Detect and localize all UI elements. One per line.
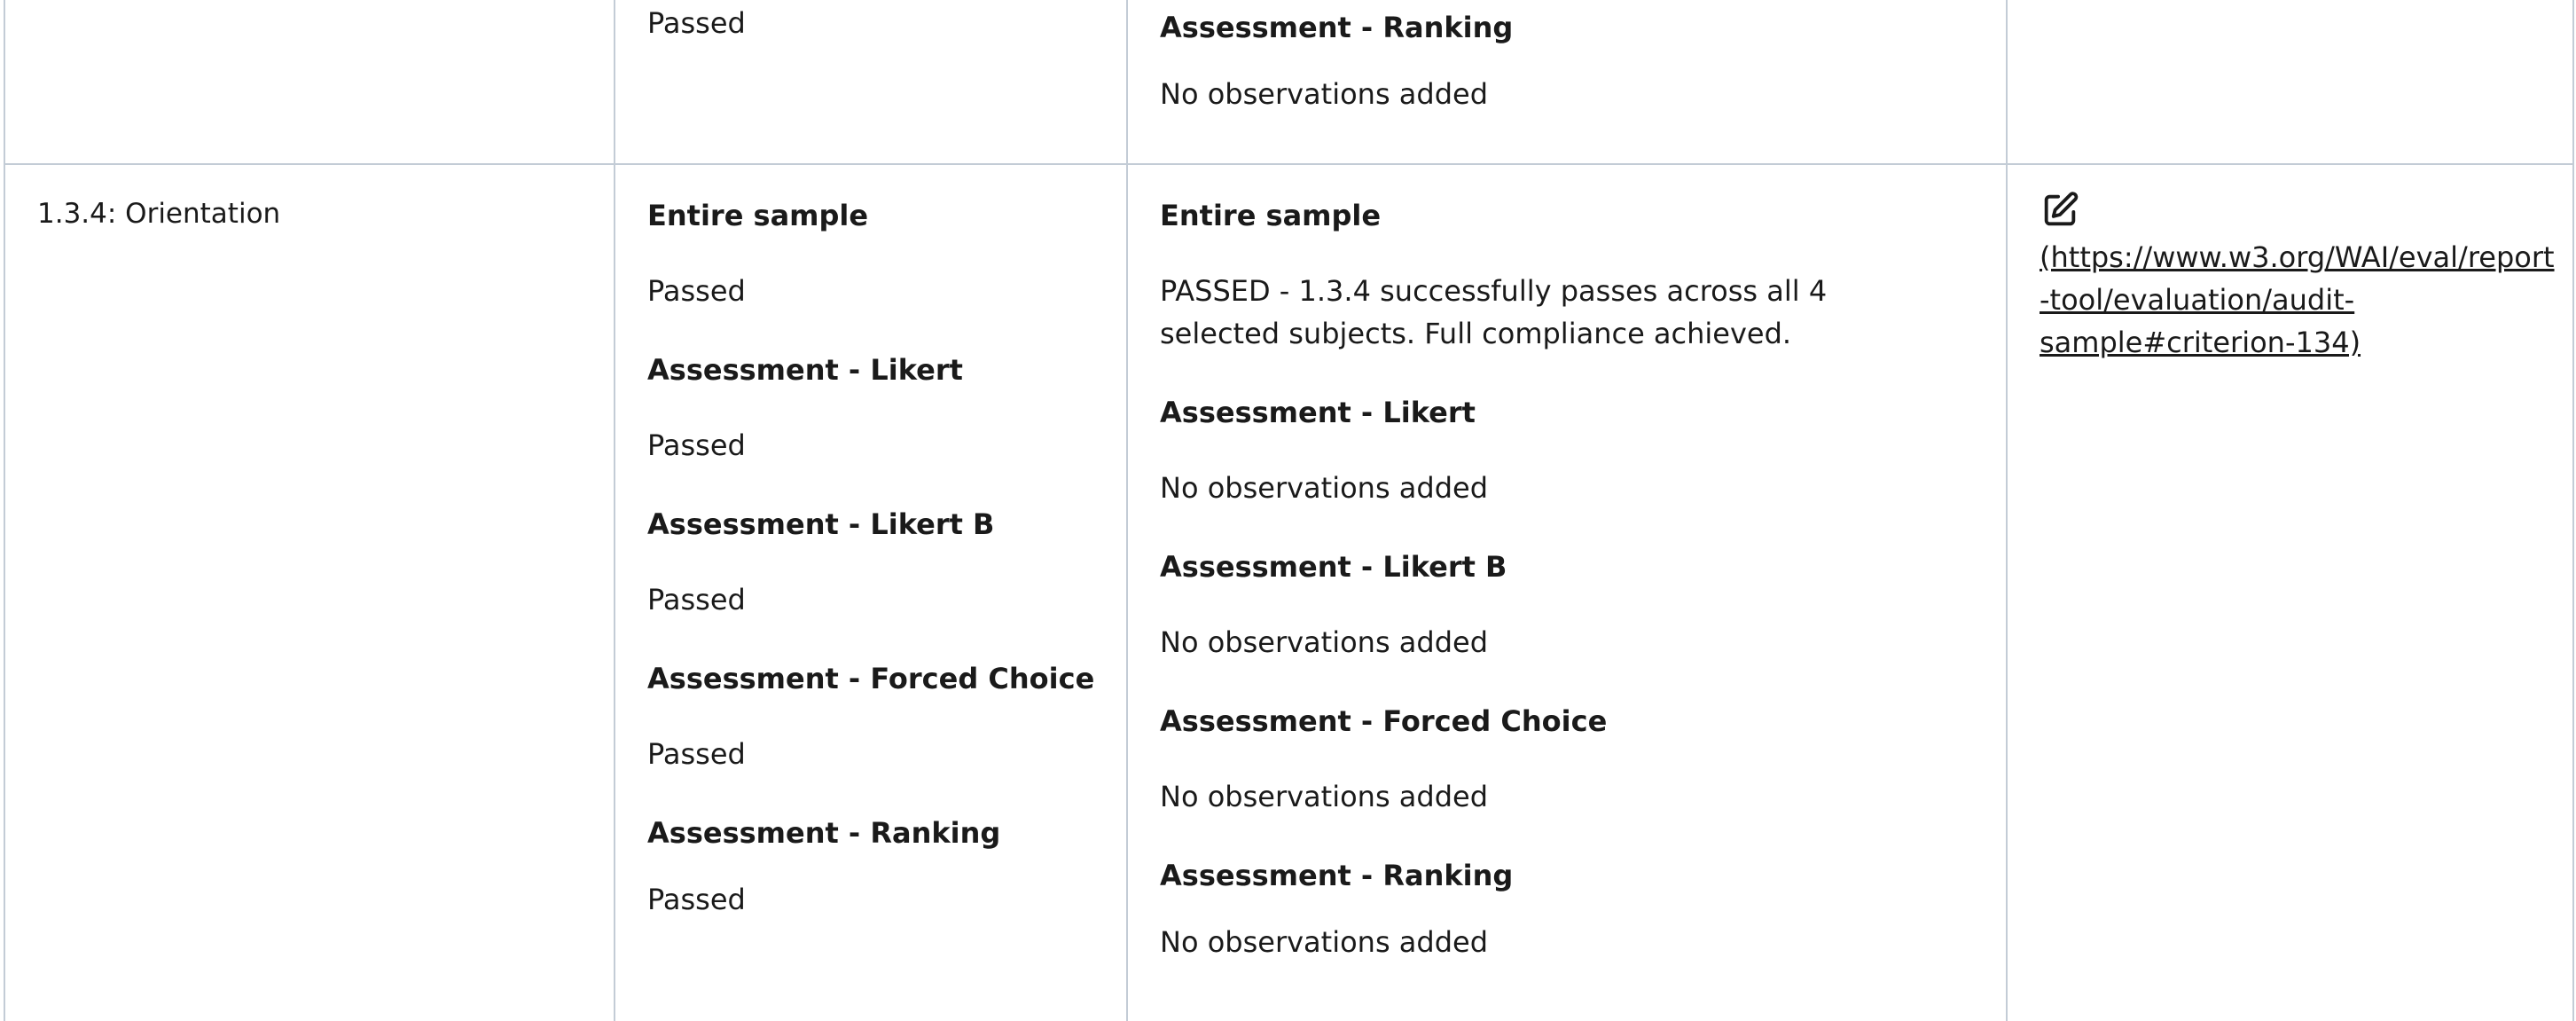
result-heading: Assessment - Likert	[647, 353, 963, 387]
criterion-report-link[interactable]: (https://www.w3.org/WAI/eval/report-tool…	[2040, 236, 2556, 364]
observation-heading: Assessment - Forced Choice	[1160, 704, 1608, 738]
result-heading: Entire sample	[647, 199, 869, 232]
observations-cell: Entire sample PASSED - 1.3.4 successfull…	[1126, 163, 2008, 1021]
observation-heading: Entire sample	[1160, 199, 1382, 232]
observation-text: No observations added	[1160, 77, 1489, 111]
observation-text: No observations added	[1160, 471, 1489, 505]
table-row: 1.3.4: Orientation Entire sample Passed …	[4, 163, 2574, 1021]
criterion-name: 1.3.4: Orientation	[37, 198, 281, 230]
result-value: Passed	[647, 583, 746, 617]
criterion-cell	[4, 0, 615, 165]
result-value: Passed	[647, 6, 746, 40]
observations-cell: Assessment - Ranking No observations add…	[1126, 0, 2008, 165]
observation-text: No observations added	[1160, 780, 1489, 813]
result-value: Passed	[647, 428, 746, 462]
observation-heading: Assessment - Likert	[1160, 396, 1476, 429]
results-cell: Entire sample Passed Assessment - Likert…	[614, 163, 1128, 1021]
observation-heading: Assessment - Ranking	[1160, 11, 1514, 44]
result-value: Passed	[647, 274, 746, 308]
result-heading: Assessment - Forced Choice	[647, 662, 1095, 695]
observation-heading: Assessment - Likert B	[1160, 550, 1507, 584]
observation-text: No observations added	[1160, 625, 1489, 659]
result-value: Passed	[647, 883, 746, 916]
results-cell: Passed	[614, 0, 1128, 165]
result-value: Passed	[647, 737, 746, 771]
criterion-cell: 1.3.4: Orientation	[4, 163, 615, 1021]
observation-text: PASSED - 1.3.4 successfully passes acros…	[1160, 274, 1828, 350]
observation-text: No observations added	[1160, 925, 1489, 959]
result-heading: Assessment - Likert B	[647, 507, 995, 541]
observation-heading: Assessment - Ranking	[1160, 859, 1514, 892]
edit-cell	[2006, 0, 2574, 165]
edit-icon[interactable]	[2040, 190, 2080, 231]
edit-cell: (https://www.w3.org/WAI/eval/report-tool…	[2006, 163, 2574, 1021]
table-row: Passed Assessment - Ranking No observati…	[4, 0, 2574, 165]
report-table: Passed Assessment - Ranking No observati…	[4, 0, 2574, 1021]
result-heading: Assessment - Ranking	[647, 816, 1001, 850]
